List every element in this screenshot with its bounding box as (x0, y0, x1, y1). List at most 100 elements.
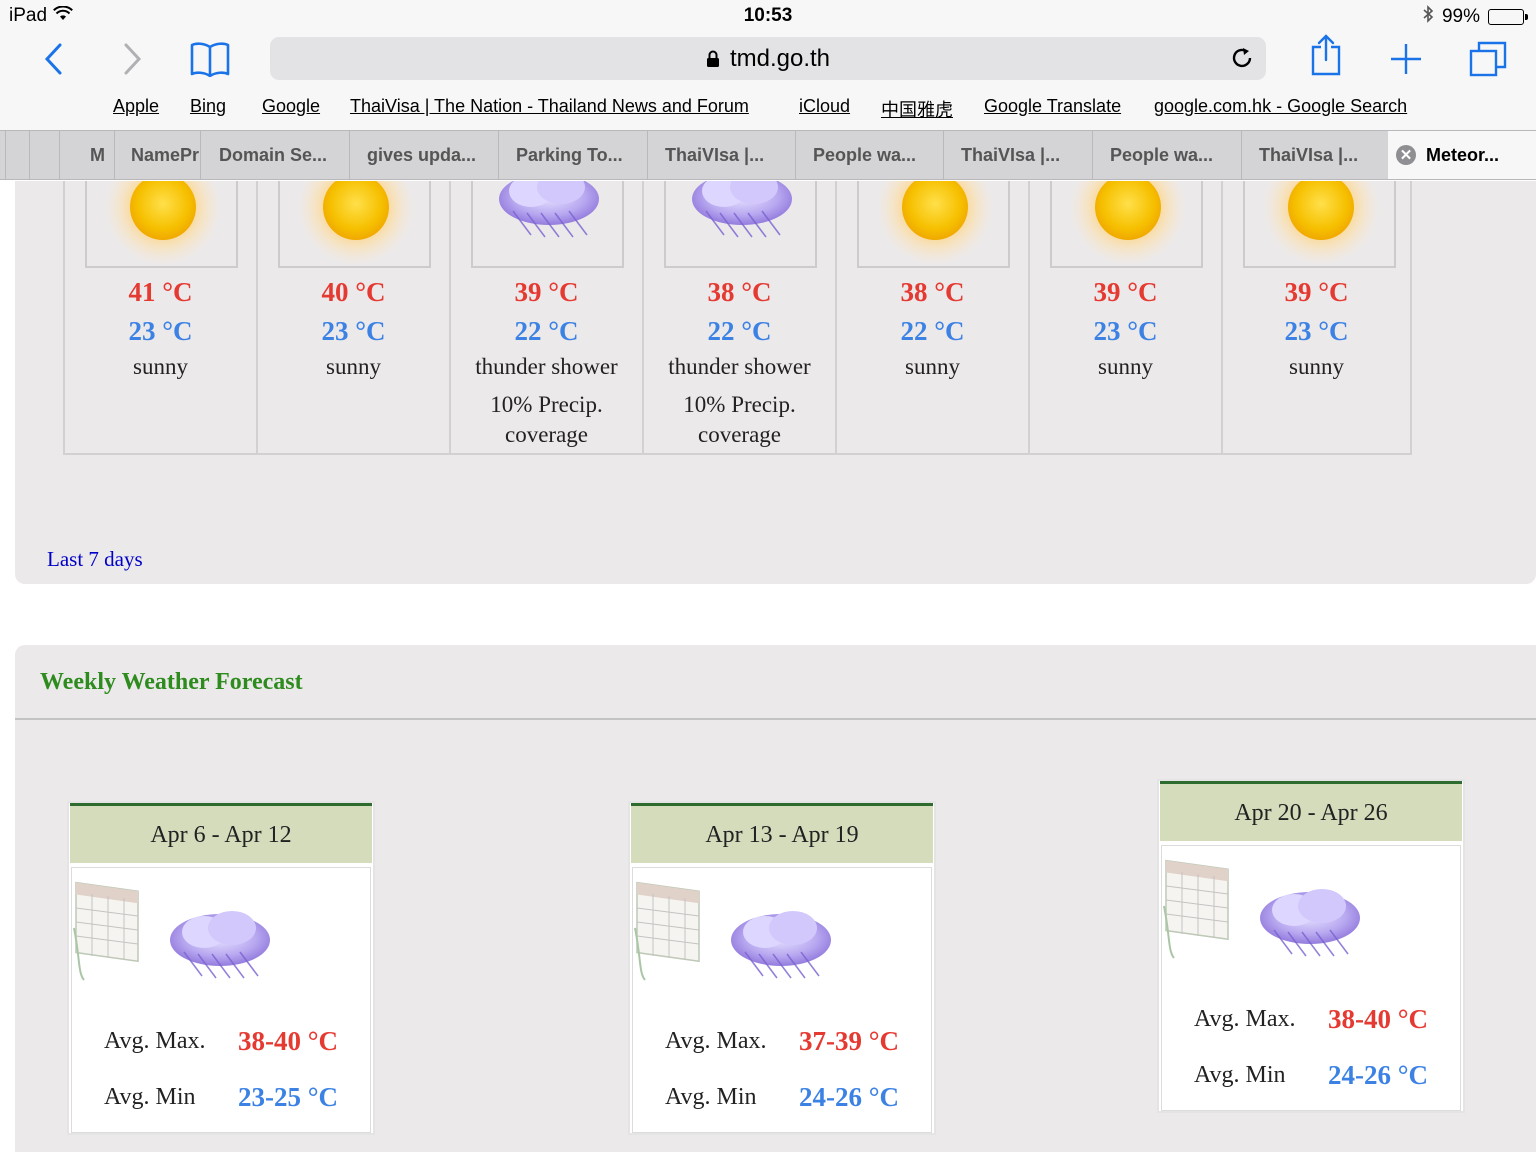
status-right: 99% (1423, 5, 1528, 29)
tab-label: ThaiVIsa |... (665, 144, 765, 165)
condition: thunder shower (668, 354, 811, 379)
tab-label: ThaiVIsa |... (961, 144, 1061, 165)
battery-icon (1488, 9, 1528, 25)
avg-min-label: Avg. Min (1194, 1062, 1286, 1088)
tab[interactable]: People wa... (1092, 131, 1241, 179)
max-temp: 41 °C (128, 277, 193, 307)
favorite-link[interactable]: Apple (113, 96, 159, 117)
min-temp: 23 °C (321, 316, 386, 346)
max-temp: 38 °C (900, 277, 965, 307)
tab[interactable]: ThaiVIsa |... (647, 131, 795, 179)
calendar-storm-icon (72, 868, 282, 998)
condition: sunny (1289, 354, 1344, 379)
day-cell: 38 °C 22 °C sunny (837, 181, 1030, 453)
share-button[interactable] (1306, 34, 1346, 76)
max-temp: 39 °C (514, 277, 579, 307)
weekly-forecast-panel: Weekly Weather Forecast Apr 6 - Apr 12 A… (15, 645, 1536, 1152)
tab[interactable]: ThaiVIsa |... (1241, 131, 1388, 179)
week-card: Apr 6 - Apr 12 Avg. Max. 38-40 °C Avg. M… (67, 801, 375, 1135)
tab[interactable]: NamePr (114, 131, 200, 179)
day-cell: 38 °C 22 °C thunder shower 10% Precip. c… (644, 181, 837, 453)
last-7-days-link[interactable]: Last 7 days (47, 547, 143, 572)
condition: sunny (326, 354, 381, 379)
tab-label: M (90, 144, 105, 165)
min-temp: 22 °C (900, 316, 965, 346)
tab-label: People wa... (1110, 144, 1214, 165)
min-temp: 22 °C (707, 316, 772, 346)
day-cell: 41 °C 23 °C sunny (65, 181, 258, 453)
tab-label: gives upda... (367, 144, 477, 165)
sun-icon (1243, 181, 1396, 268)
favorite-link[interactable]: Google Translate (984, 96, 1121, 117)
favorites-bar: Apple Bing Google ThaiVisa | The Nation … (0, 94, 1536, 122)
precip: 10% Precip. coverage (683, 392, 796, 447)
sun-icon (857, 181, 1010, 268)
forward-button[interactable] (114, 38, 150, 80)
bookmarks-button[interactable] (186, 38, 234, 80)
tab-stacked[interactable] (5, 131, 29, 179)
page-content: 41 °C 23 °C sunny 40 °C 23 °C sunny 39 °… (0, 181, 1536, 1152)
storm-cloud-icon (471, 181, 624, 268)
avg-min-label: Avg. Min (665, 1084, 757, 1110)
tab[interactable]: gives upda... (349, 131, 498, 179)
lock-icon (706, 50, 720, 68)
tab-label: Domain Se... (219, 144, 328, 165)
max-temp: 40 °C (321, 277, 386, 307)
daily-forecast-panel: 41 °C 23 °C sunny 40 °C 23 °C sunny 39 °… (15, 181, 1536, 584)
tab[interactable]: Domain Se... (200, 131, 349, 179)
sun-icon (1050, 181, 1203, 268)
tab[interactable]: M (59, 131, 114, 179)
condition: sunny (133, 354, 188, 379)
avg-max-value: 38-40 °C (1328, 1004, 1429, 1034)
day-cell: 40 °C 23 °C sunny (258, 181, 451, 453)
tab-strip: M NamePr Domain Se... gives upda... Park… (0, 130, 1536, 180)
daily-forecast-table: 41 °C 23 °C sunny 40 °C 23 °C sunny 39 °… (63, 181, 1412, 455)
avg-min-label: Avg. Min (104, 1084, 196, 1110)
tab-active[interactable]: ✕ Meteor... (1388, 131, 1536, 179)
avg-min-value: 24-26 °C (799, 1082, 900, 1112)
sun-icon (85, 181, 238, 268)
browser-toolbar: tmd.go.th Apple Bing Google ThaiVisa | T… (0, 32, 1536, 130)
tab[interactable]: People wa... (795, 131, 943, 179)
avg-min-value: 24-26 °C (1328, 1060, 1429, 1090)
tab-label: People wa... (813, 144, 917, 165)
tab[interactable]: ThaiVIsa |... (943, 131, 1092, 179)
reload-icon[interactable] (1230, 46, 1254, 77)
avg-max-label: Avg. Max. (665, 1028, 767, 1054)
min-temp: 23 °C (128, 316, 193, 346)
tabs-overview-button[interactable] (1466, 38, 1510, 80)
avg-max-label: Avg. Max. (1194, 1006, 1296, 1032)
calendar-storm-icon (1162, 846, 1372, 976)
favorite-link[interactable]: iCloud (799, 96, 850, 117)
tab-label: Meteor... (1426, 144, 1500, 165)
max-temp: 38 °C (707, 277, 772, 307)
tab[interactable]: Parking To... (498, 131, 647, 179)
url-text: tmd.go.th (729, 44, 831, 72)
favorite-link[interactable]: google.com.hk - Google Search (1154, 96, 1407, 117)
favorite-link[interactable]: ThaiVisa | The Nation - Thailand News an… (350, 96, 749, 117)
week-card-body: Avg. Max. 38-40 °C Avg. Min 24-26 °C (1161, 845, 1461, 1111)
storm-cloud-icon (664, 181, 817, 268)
new-tab-button[interactable] (1386, 38, 1426, 80)
min-temp: 22 °C (514, 316, 579, 346)
favorite-link[interactable]: 中国雅虎 (881, 96, 953, 122)
week-card-body: Avg. Max. 37-39 °C Avg. Min 24-26 °C (632, 867, 932, 1133)
day-cell: 39 °C 23 °C sunny (1030, 181, 1223, 453)
week-card: Apr 20 - Apr 26 Avg. Max. 38-40 °C Avg. … (1157, 779, 1465, 1113)
max-temp: 39 °C (1093, 277, 1158, 307)
battery-percent: 99% (1441, 6, 1480, 27)
clock: 10:53 (743, 5, 793, 26)
tab-label: Parking To... (516, 144, 623, 165)
address-bar[interactable]: tmd.go.th (270, 37, 1266, 80)
favorite-link[interactable]: Bing (190, 96, 226, 117)
calendar-storm-icon (633, 868, 843, 998)
avg-max-value: 37-39 °C (799, 1026, 900, 1056)
max-temp: 39 °C (1284, 277, 1349, 307)
favorite-link[interactable]: Google (262, 96, 320, 117)
tab-label: NamePr (131, 144, 200, 165)
condition: thunder shower (475, 354, 618, 379)
close-tab-icon[interactable]: ✕ (1396, 145, 1416, 165)
back-button[interactable] (36, 38, 72, 80)
weekly-title: Weekly Weather Forecast (40, 669, 303, 695)
tab-stacked[interactable] (29, 131, 59, 179)
